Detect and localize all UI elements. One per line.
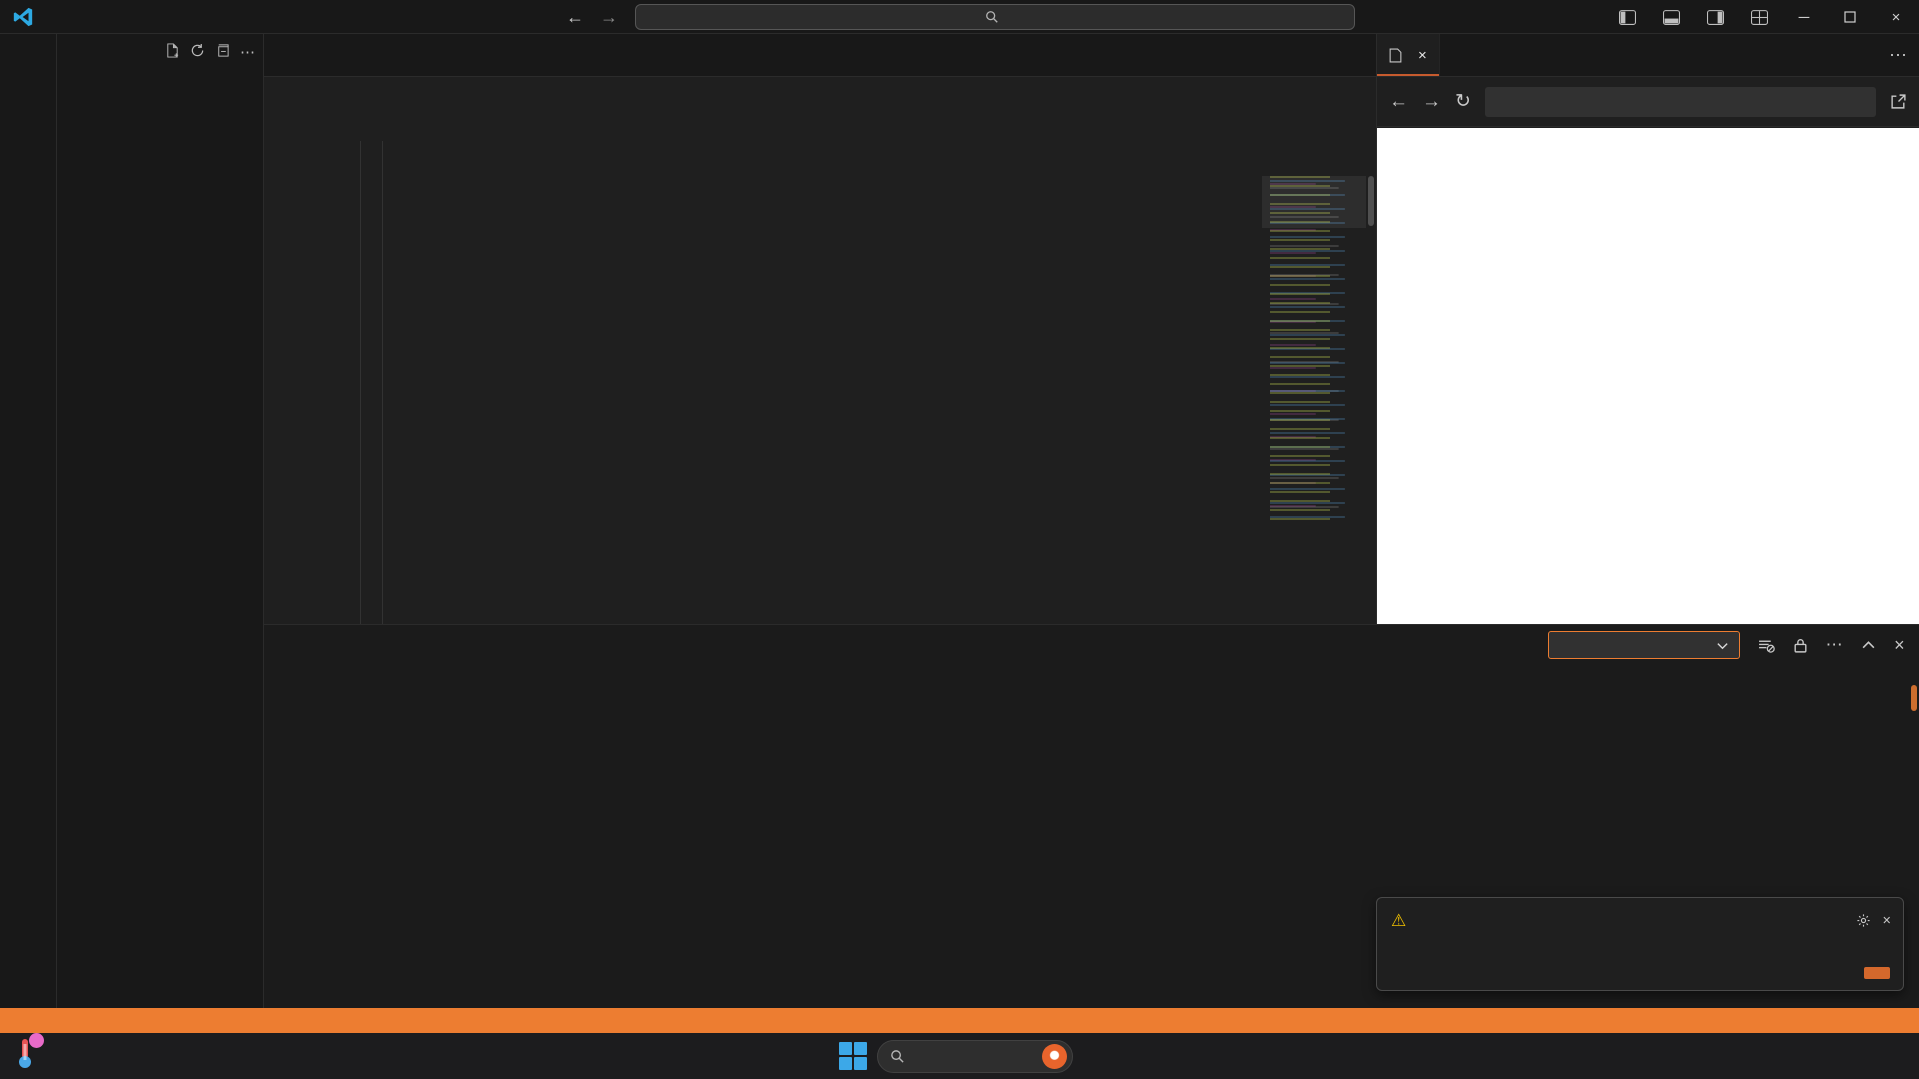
editor-tab-bar — [264, 34, 1376, 77]
maximize-button[interactable] — [1827, 0, 1873, 34]
explorer-sidebar: ⋯ — [57, 34, 264, 1008]
panel-scrollbar-thumb[interactable] — [1911, 685, 1917, 711]
close-window-button[interactable]: × — [1873, 0, 1919, 34]
more-information-button[interactable] — [1864, 967, 1890, 979]
history-forward-icon[interactable]: → — [600, 7, 618, 28]
p5-sketch-canvas[interactable] — [1377, 128, 1919, 624]
taskbar-search[interactable] — [877, 1040, 1073, 1073]
weather-badge — [29, 1033, 44, 1048]
code-area[interactable] — [264, 105, 1376, 624]
status-bar — [0, 1008, 1919, 1033]
vscode-logo-icon — [12, 6, 34, 28]
minimize-button[interactable]: ─ — [1781, 0, 1827, 34]
new-file-icon[interactable] — [165, 43, 180, 58]
minimap[interactable] — [1262, 176, 1366, 624]
minimap-slider[interactable] — [1262, 176, 1366, 228]
editor-group — [264, 34, 1376, 624]
start-button[interactable] — [838, 1041, 868, 1071]
title-bar: ← → ─ × — [0, 0, 1919, 34]
close-tab-icon[interactable]: × — [1418, 47, 1427, 64]
explorer-more-actions-icon[interactable]: ⋯ — [240, 43, 255, 61]
open-external-icon[interactable] — [1890, 93, 1907, 110]
lock-output-icon[interactable] — [1793, 637, 1808, 654]
refresh-explorer-icon[interactable] — [190, 43, 205, 58]
output-log[interactable] — [264, 665, 1919, 685]
collapse-folders-icon[interactable] — [215, 43, 230, 58]
weather-widget[interactable] — [10, 1036, 48, 1070]
vscode-window: ← → ─ × — [0, 0, 1919, 1079]
close-panel-icon[interactable]: × — [1894, 635, 1905, 656]
url-input[interactable] — [1485, 87, 1876, 117]
search-icon — [890, 1049, 905, 1064]
notification-close-icon[interactable]: × — [1883, 913, 1891, 929]
toggle-secondary-sidebar-icon[interactable] — [1693, 0, 1737, 34]
toggle-sidebar-icon[interactable] — [1605, 0, 1649, 34]
maximize-panel-icon[interactable] — [1861, 638, 1876, 653]
indent-guide — [360, 141, 361, 624]
activity-bar — [0, 34, 57, 1008]
indent-guide — [382, 141, 383, 624]
tab-simple-browser[interactable]: × — [1377, 34, 1440, 76]
browser-back-icon[interactable]: ← — [1389, 91, 1408, 113]
simple-browser-pane: × ⋯ ← → ↻ — [1376, 34, 1919, 624]
clear-output-icon[interactable] — [1758, 637, 1775, 654]
breadcrumb[interactable] — [264, 77, 1376, 105]
notification-settings-icon[interactable] — [1856, 913, 1871, 928]
toggle-panel-icon[interactable] — [1649, 0, 1693, 34]
notification-toast: ⚠ × — [1376, 897, 1904, 991]
warning-icon: ⚠ — [1391, 911, 1406, 931]
command-center-search[interactable] — [635, 4, 1355, 30]
panel-tab-bar: ⋯ × — [264, 625, 1919, 665]
panel-more-actions-icon[interactable]: ⋯ — [1826, 635, 1843, 655]
search-icon — [985, 10, 999, 24]
windows-taskbar — [0, 1033, 1919, 1079]
file-icon — [1389, 48, 1402, 63]
output-channel-select[interactable] — [1548, 631, 1740, 659]
history-back-icon[interactable]: ← — [566, 7, 584, 28]
chevron-down-icon — [1716, 639, 1729, 652]
search-highlight-icon — [1042, 1044, 1067, 1069]
browser-reload-icon[interactable]: ↻ — [1455, 90, 1471, 113]
browser-forward-icon[interactable]: → — [1422, 91, 1441, 113]
editor-scrollbar[interactable] — [1366, 176, 1376, 624]
browser-more-actions-icon[interactable]: ⋯ — [1889, 34, 1907, 77]
customize-layout-icon[interactable] — [1737, 0, 1781, 34]
